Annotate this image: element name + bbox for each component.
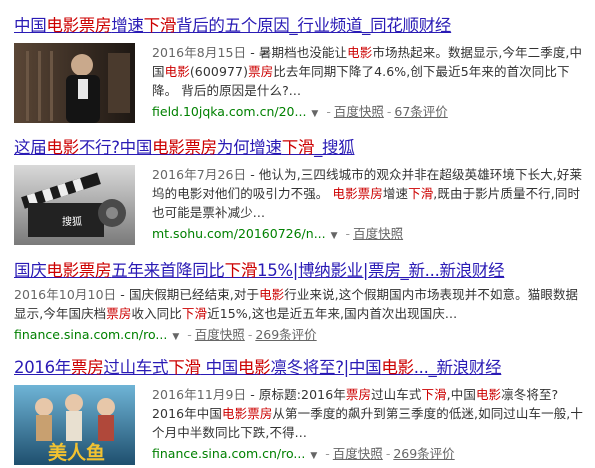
highlighted-keyword: 票房 [345, 387, 372, 402]
thumbnail-image [14, 43, 135, 123]
text-segment: ..._新浪财经 [413, 358, 502, 377]
thumbnail-image: 搜狐 [14, 165, 135, 245]
result-title-link[interactable]: 国庆电影票房五年来首降同比下滑15%|博纳影业|票房_新...新浪财经 [14, 260, 586, 281]
highlighted-keyword: 电影 [259, 287, 285, 302]
text-segment: 不行?中国 [78, 138, 153, 157]
highlighted-keyword: 电影 [164, 64, 190, 79]
highlighted-keyword: 电影 [237, 358, 271, 377]
text-segment: 近15%,这也是近五年来,国内首次出现国庆... [207, 306, 458, 321]
result-abstract: 2016年8月15日 - 暑期档也没能让电影市场热起来。数据显示,今年二季度,中… [152, 43, 586, 100]
text-segment: _搜狐 [314, 138, 355, 157]
highlighted-keyword: 下滑 [281, 138, 315, 157]
result-url[interactable]: finance.sina.com.cn/ro... [14, 327, 167, 342]
highlighted-keyword: 下滑 [408, 186, 434, 201]
search-result: 这届电影不行?中国电影票房为何增速下滑_搜狐 搜狐 2016年7月26日 - 他… [14, 137, 586, 246]
highlighted-keyword: 下滑 [168, 358, 201, 377]
highlighted-keyword: 电影票房 [46, 261, 112, 280]
result-url[interactable]: mt.sohu.com/20160726/n... [152, 226, 326, 241]
result-url[interactable]: finance.sina.com.cn/ro... [152, 446, 305, 461]
snapshot-link[interactable]: 百度快照 [333, 446, 383, 461]
result-url[interactable]: field.10jqka.com.cn/20... [152, 104, 306, 119]
text-segment: 增速 [111, 16, 144, 35]
highlighted-keyword: 票房 [248, 64, 274, 79]
result-thumbnail[interactable] [14, 43, 135, 123]
result-abstract: 2016年7月26日 - 他认为,三四线城市的观众并非在超级英雄环境下长大,好莱… [152, 165, 586, 222]
snapshot-link[interactable]: 百度快照 [195, 327, 245, 342]
result-meta: finance.sina.com.cn/ro... ▼ - 百度快照 -269条评价 [152, 444, 586, 466]
text-segment: 凛冬将至?|中国 [270, 358, 382, 377]
text-segment: 增速 [382, 186, 409, 201]
result-abstract: 2016年10月10日 - 国庆假期已经结束,对于电影行业来说,这个假期国内市场… [14, 285, 586, 323]
text-segment: 国庆 [14, 261, 47, 280]
search-result: 国庆电影票房五年来首降同比下滑15%|博纳影业|票房_新...新浪财经 2016… [14, 260, 586, 347]
highlighted-keyword: 电影 [46, 138, 79, 157]
highlighted-keyword: 票房 [71, 358, 104, 377]
comments-link[interactable]: 269条评价 [393, 446, 454, 461]
text-segment: (600977) [189, 64, 249, 79]
thumbnail-image: 美人鱼 [14, 385, 135, 465]
result-thumbnail[interactable]: 美人鱼 [14, 385, 135, 465]
text-segment: 为何增速 [216, 138, 282, 157]
text-segment: 过山车式 [371, 387, 422, 402]
result-meta: finance.sina.com.cn/ro... ▼ - 百度快照 -269条评价 [14, 325, 586, 347]
highlighted-keyword: 下滑 [181, 306, 208, 321]
text-segment: 15%|博纳影业|票房_新...新浪财经 [257, 261, 505, 280]
poster-title-text: 美人鱼 [48, 441, 105, 464]
text-segment: ,中国 [446, 387, 476, 402]
comments-link[interactable]: 269条评价 [255, 327, 316, 342]
highlighted-keyword: 下滑 [224, 261, 258, 280]
highlighted-keyword: 下滑 [143, 16, 177, 35]
text-segment: 2016年 [14, 358, 71, 377]
result-title-link[interactable]: 中国电影票房增速下滑背后的五个原因_行业频道_同花顺财经 [14, 15, 586, 36]
highlighted-keyword: 下滑 [421, 387, 447, 402]
snapshot-link[interactable]: 百度快照 [334, 104, 384, 119]
text-segment: 五年来首降同比 [111, 261, 225, 280]
chevron-down-icon[interactable]: ▼ [310, 447, 317, 466]
text-segment: 背后的五个原因_行业频道_同花顺财经 [176, 16, 452, 35]
text-segment: 这届 [14, 138, 47, 157]
highlighted-keyword: 电影 [475, 387, 502, 402]
highlighted-keyword: 电影票房 [222, 406, 273, 421]
result-meta: field.10jqka.com.cn/20... ▼ - 百度快照 -67条评价 [152, 102, 586, 124]
watermark-text: 搜狐 [62, 215, 82, 228]
text-segment: - 国庆假期已经结束,对于 [116, 287, 260, 302]
result-abstract: 2016年11月9日 - 原标题:2016年票房过山车式下滑,中国电影凛冬将至?… [152, 385, 586, 442]
highlighted-keyword: 电影 [381, 358, 414, 377]
result-date: 2016年11月9日 [152, 387, 247, 402]
snapshot-link[interactable]: 百度快照 [353, 226, 403, 241]
highlighted-keyword: 电影 [347, 45, 373, 60]
highlighted-keyword: 电影票房 [46, 16, 112, 35]
chevron-down-icon[interactable]: ▼ [311, 105, 318, 124]
result-title-link[interactable]: 这届电影不行?中国电影票房为何增速下滑_搜狐 [14, 137, 586, 158]
comments-link[interactable]: 67条评价 [394, 104, 447, 119]
text-segment: 过山车式 [103, 358, 169, 377]
text-segment: 中国 [200, 358, 239, 377]
result-date: 2016年7月26日 [152, 167, 247, 182]
highlighted-keyword: 电影票房 [152, 138, 217, 157]
result-date: 2016年8月15日 [152, 45, 247, 60]
highlighted-keyword: 票房 [106, 306, 132, 321]
text-segment: - 暑期档也没能让 [246, 45, 348, 60]
text-segment: - 原标题:2016年 [246, 387, 346, 402]
text-segment: 收入同比 [131, 306, 182, 321]
chevron-down-icon[interactable]: ▼ [172, 328, 179, 347]
result-thumbnail[interactable]: 搜狐 [14, 165, 135, 245]
result-title-link[interactable]: 2016年票房过山车式下滑 中国电影凛冬将至?|中国电影..._新浪财经 [14, 357, 586, 378]
text-segment: 中国 [14, 16, 47, 35]
search-result: 2016年票房过山车式下滑 中国电影凛冬将至?|中国电影..._新浪财经 美人鱼… [14, 357, 586, 466]
search-result: 中国电影票房增速下滑背后的五个原因_行业频道_同花顺财经 2016年8月15日 … [14, 15, 586, 124]
highlighted-keyword: 电影票房 [332, 186, 383, 201]
result-date: 2016年10月10日 [14, 287, 117, 302]
result-meta: mt.sohu.com/20160726/n... ▼ - 百度快照 [152, 224, 586, 246]
chevron-down-icon[interactable]: ▼ [331, 227, 338, 246]
